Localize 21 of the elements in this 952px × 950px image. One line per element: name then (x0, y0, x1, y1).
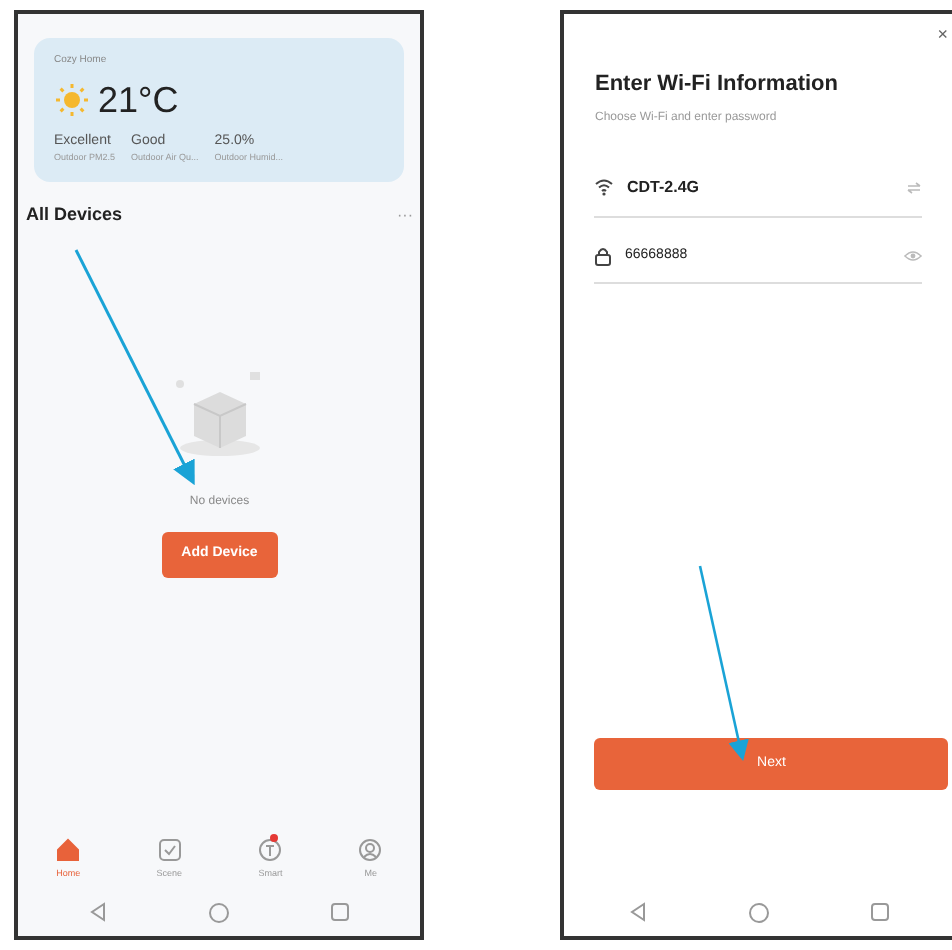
home-circle-icon[interactable] (747, 902, 770, 924)
dialog-title: Enter Wi-Fi Information (594, 70, 840, 100)
checklist-icon (157, 838, 182, 863)
temperature: 21°C (98, 77, 179, 123)
section-title: All Devices (26, 201, 123, 228)
home-circle-icon[interactable] (208, 902, 231, 924)
eye-icon[interactable] (904, 249, 922, 262)
more-menu[interactable]: ··· (396, 203, 413, 227)
house-icon (56, 838, 81, 863)
timer-icon (258, 838, 283, 863)
sun-icon (54, 82, 90, 118)
recents-icon[interactable] (330, 902, 351, 922)
user-icon (358, 838, 383, 863)
back-icon[interactable] (88, 902, 109, 922)
wifi-icon (594, 178, 615, 196)
close-button[interactable]: × (937, 26, 948, 44)
recents-icon[interactable] (869, 902, 890, 922)
lock-icon (594, 245, 613, 266)
back-icon[interactable] (627, 902, 648, 922)
wifi-network-field[interactable]: CDT-2.4G (594, 159, 922, 217)
swap-icon[interactable] (906, 181, 922, 193)
